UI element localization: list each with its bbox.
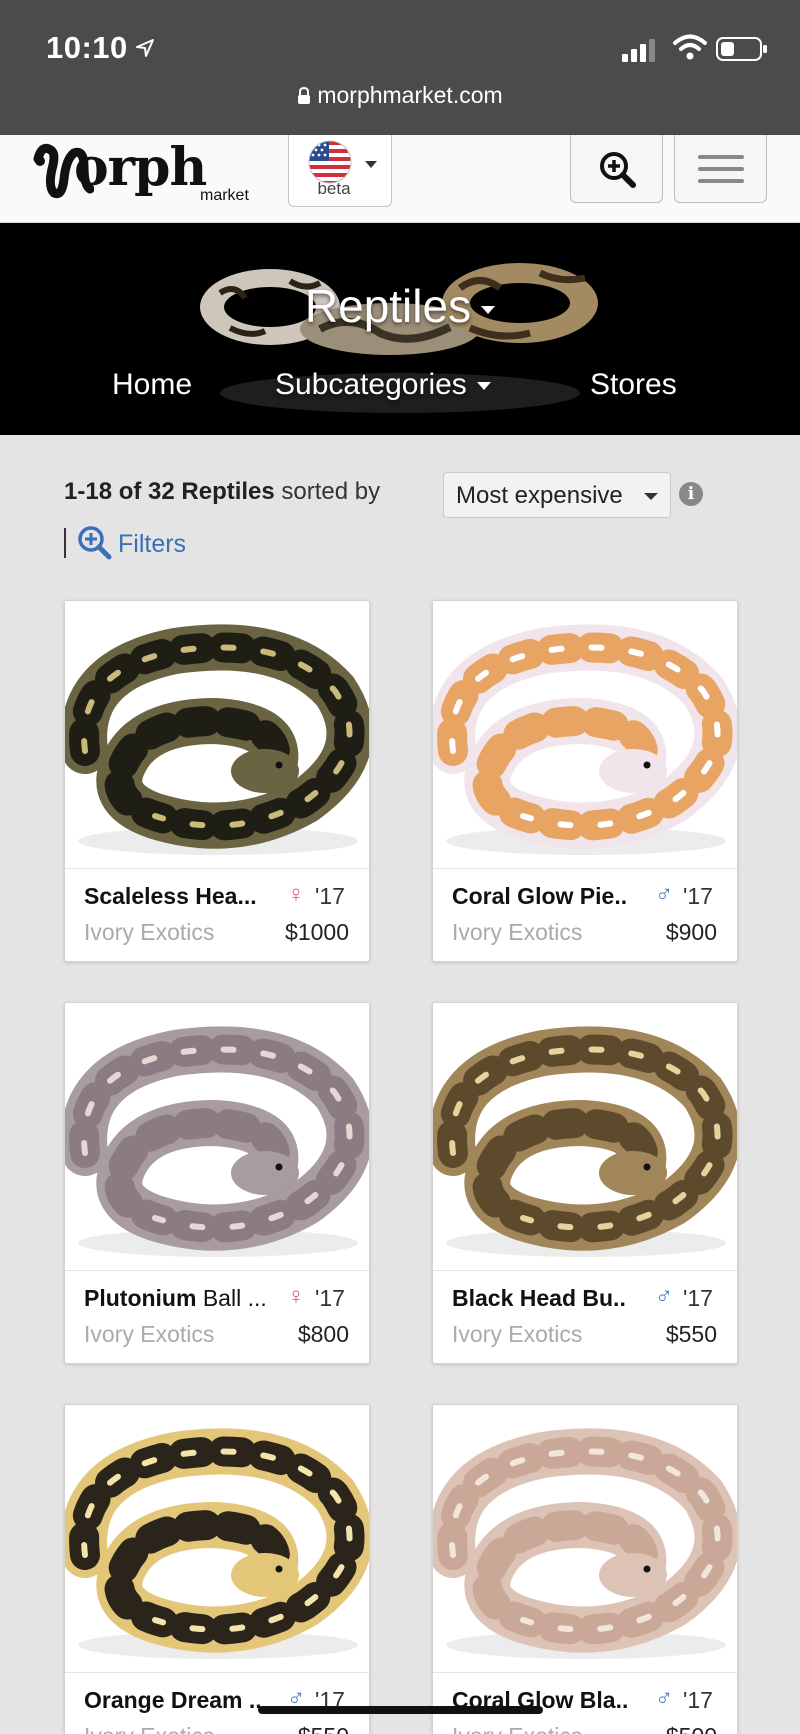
listing-seller[interactable]: Ivory Exotics [84,1321,214,1348]
site-header: orph market beta [0,135,800,223]
country-selector-button[interactable]: beta [288,135,392,207]
category-title-dropdown[interactable]: Reptiles [0,279,800,333]
caret-down-icon [365,161,377,168]
beta-label: beta [317,179,351,198]
lock-icon [298,87,311,104]
filters-link[interactable]: Filters [76,524,186,560]
listing-card[interactable]: Coral Glow Pie.. ♂ '17 Ivory Exotics $90… [432,600,738,962]
listing-title-bold: Orange Dream .. [84,1687,262,1713]
listing-seller[interactable]: Ivory Exotics [84,1723,214,1734]
url-bar[interactable]: morphmarket.com [0,82,800,109]
hamburger-menu-button[interactable] [674,135,767,203]
browser-status-bar: 10:10 morphmarket.com [0,0,800,135]
listing-title[interactable]: Coral Glow Pie.. [452,883,652,910]
nav-home-link[interactable]: Home [112,368,192,402]
battery-icon [716,37,767,61]
category-hero-banner: Reptiles Home Subcategories Stores [0,223,800,435]
listing-title[interactable]: Black Head Bu.. [452,1285,652,1312]
listing-seller[interactable]: Ivory Exotics [84,919,214,946]
wifi-icon [673,34,707,60]
listing-photo[interactable] [433,1003,737,1271]
male-gender-icon: ♂ [655,1283,673,1310]
female-gender-icon: ♀ [287,1283,305,1310]
home-indicator[interactable] [258,1706,543,1714]
listing-photo[interactable] [433,601,737,869]
logo-subtext: market [200,187,249,204]
location-arrow-icon [136,39,154,57]
category-title: Reptiles [304,280,472,332]
listing-year: '17 [683,883,713,909]
listing-year: '17 [315,883,345,909]
listing-title-bold: Coral Glow Pie.. [452,883,628,909]
listing-seller[interactable]: Ivory Exotics [452,1723,582,1734]
listing-photo[interactable] [433,1405,737,1673]
snake-photo-image [433,601,737,868]
zoom-search-icon [599,151,636,188]
listing-card[interactable]: Black Head Bu.. ♂ '17 Ivory Exotics $550 [432,1002,738,1364]
snake-photo-image [65,1405,369,1672]
listing-photo[interactable] [65,601,369,869]
caret-down-icon [481,305,496,314]
listing-card[interactable]: Coral Glow Bla.. ♂ '17 Ivory Exotics $50… [432,1404,738,1734]
listing-card[interactable]: Scaleless Hea... ♀ '17 Ivory Exotics $10… [64,600,370,962]
listing-card[interactable]: Orange Dream .. ♂ '17 Ivory Exotics $550 [64,1404,370,1734]
snake-photo-image [433,1003,737,1270]
signal-icon [622,39,655,62]
info-icon[interactable]: i [679,482,703,506]
snake-photo-image [433,1405,737,1672]
nav-subcategories-dropdown[interactable]: Subcategories [275,368,491,402]
listing-photo[interactable] [65,1405,369,1673]
listing-seller[interactable]: Ivory Exotics [452,1321,582,1348]
search-button[interactable] [570,135,663,203]
listing-title[interactable]: Plutonium Ball ... [84,1285,284,1312]
snake-photo-image [65,601,369,868]
url-text: morphmarket.com [317,82,503,108]
listing-title-rest: Ball ... [196,1285,267,1311]
divider [64,528,66,558]
listing-title-bold: Scaleless Hea... [84,883,257,909]
nav-subcategories-label: Subcategories [275,368,467,401]
listing-card[interactable]: Plutonium Ball ... ♀ '17 Ivory Exotics $… [64,1002,370,1364]
listing-price: $800 [297,1321,349,1347]
hamburger-icon [697,154,744,183]
listing-title[interactable]: Orange Dream .. [84,1687,284,1714]
zoom-plus-icon [78,526,112,560]
listing-title-bold: Plutonium [84,1285,197,1311]
results-summary: 1-18 of 32 Reptiles sorted by [64,478,380,506]
listing-title[interactable]: Scaleless Hea... [84,883,284,910]
listing-year: '17 [683,1285,713,1311]
sorted-by-label: sorted by [281,478,381,505]
listing-price: $900 [665,919,717,945]
listing-seller[interactable]: Ivory Exotics [452,919,582,946]
listing-price: $550 [298,1723,349,1734]
caret-down-icon [644,493,658,500]
listing-title-bold: Black Head Bu.. [452,1285,626,1311]
nav-stores-link[interactable]: Stores [590,368,677,402]
male-gender-icon: ♂ [655,881,673,908]
results-range: 1-18 of 32 Reptiles [64,478,275,505]
male-gender-icon: ♂ [655,1685,673,1712]
listing-year: '17 [315,1285,345,1311]
snake-photo-image [65,1003,369,1270]
listing-photo[interactable] [65,1003,369,1271]
status-time: 10:10 [46,30,128,65]
female-gender-icon: ♀ [287,881,305,908]
listing-price: $1000 [285,919,349,945]
sort-select[interactable]: Most expensive [443,472,671,518]
listing-price: $500 [666,1723,717,1734]
logo-wordmark: orph [74,137,207,198]
listing-year: '17 [683,1687,713,1713]
listing-price: $550 [665,1321,717,1347]
filters-label: Filters [118,530,187,558]
caret-down-icon [476,382,491,391]
sort-value: Most expensive [456,482,623,509]
